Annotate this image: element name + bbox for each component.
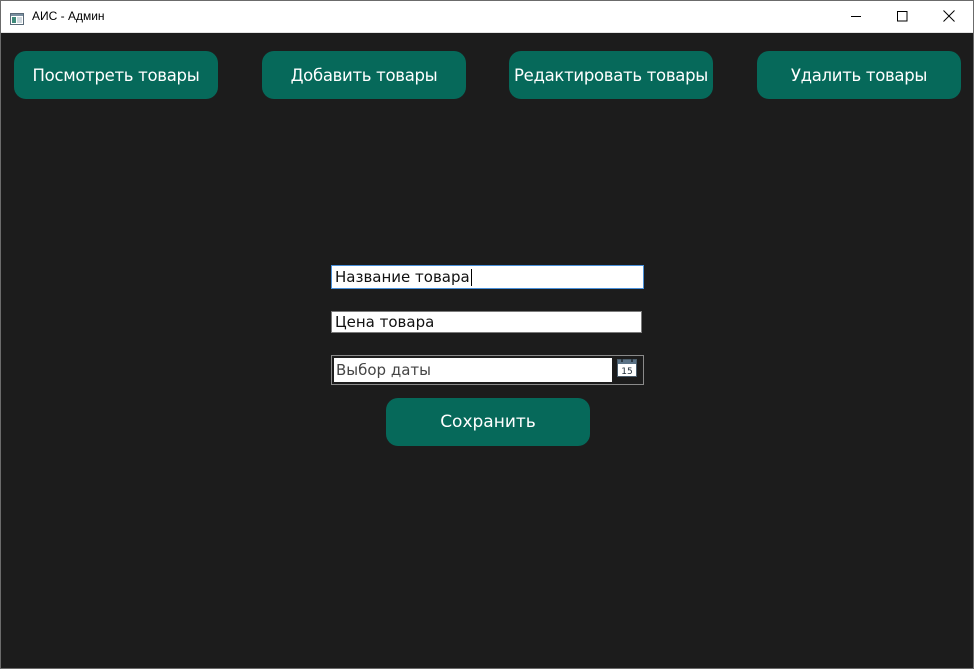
- maximize-icon: [896, 7, 908, 26]
- calendar-day-label: 15: [621, 367, 632, 377]
- view-products-button[interactable]: Посмотреть товары: [14, 51, 218, 99]
- product-name-input[interactable]: Название товара: [331, 265, 644, 289]
- calendar-button[interactable]: 15: [615, 358, 639, 382]
- product-price-value: Цена товара: [335, 313, 435, 331]
- date-picker[interactable]: Выбор даты 15: [331, 355, 644, 385]
- app-window: АИС - Админ Посмотреть товары Добавить т…: [0, 0, 974, 669]
- window-title: АИС - Админ: [32, 9, 105, 23]
- delete-products-button[interactable]: Удалить товары: [757, 51, 961, 99]
- minimize-icon: [850, 7, 862, 26]
- minimize-button[interactable]: [833, 1, 879, 32]
- add-products-button[interactable]: Добавить товары: [262, 51, 466, 99]
- product-name-value: Название товара: [335, 268, 470, 286]
- product-price-input[interactable]: Цена товара: [331, 311, 642, 333]
- maximize-button[interactable]: [879, 1, 925, 32]
- title-bar[interactable]: АИС - Админ: [1, 1, 973, 33]
- app-icon: [10, 10, 24, 25]
- close-icon: [943, 7, 955, 26]
- calendar-icon: 15: [617, 359, 637, 381]
- save-button[interactable]: Сохранить: [386, 398, 590, 446]
- edit-products-button[interactable]: Редактировать товары: [509, 51, 713, 99]
- date-input[interactable]: Выбор даты: [334, 358, 612, 382]
- main-content: Посмотреть товары Добавить товары Редакт…: [1, 33, 973, 668]
- close-button[interactable]: [926, 1, 972, 32]
- text-caret: [470, 269, 472, 286]
